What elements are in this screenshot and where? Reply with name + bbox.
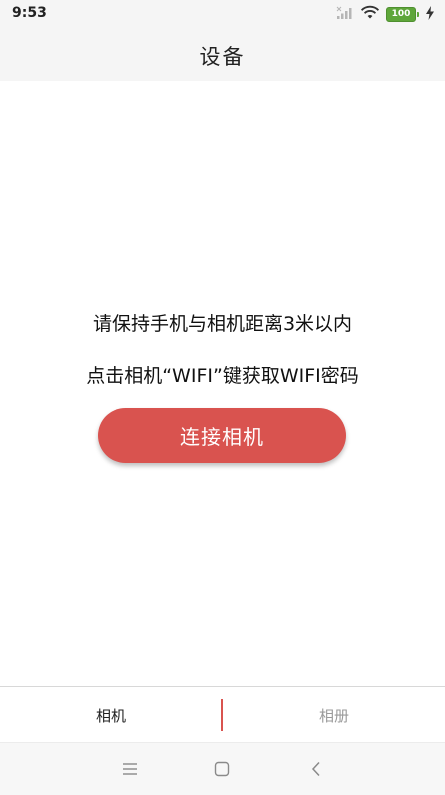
connect-camera-button-label: 连接相机 — [180, 425, 264, 449]
status-icons: 100 — [336, 4, 435, 24]
back-icon[interactable] — [304, 757, 328, 781]
status-bar: 9:53 100 — [0, 0, 445, 28]
tab-album-label: 相册 — [318, 706, 349, 725]
menu-icon[interactable] — [118, 757, 142, 781]
main-content: 请保持手机与相机距离3米以内 点击相机“WIFI”键获取WIFI密码 连接相机 — [0, 81, 445, 686]
battery-icon: 100 — [386, 6, 419, 22]
signal-icon — [336, 5, 354, 24]
header: 设备 — [0, 28, 445, 81]
system-nav-bar — [0, 742, 445, 795]
wifi-instruction: 点击相机“WIFI”键获取WIFI密码 — [86, 365, 359, 387]
device-screen: 9:53 100 设备 请保持手机与相机距离3米以内 点击相机“WIFI”键获取… — [0, 0, 445, 795]
charging-icon — [425, 5, 435, 24]
home-icon[interactable] — [210, 757, 234, 781]
status-time: 9:53 — [12, 5, 47, 21]
tab-camera[interactable]: 相机 — [0, 687, 222, 743]
tab-album[interactable]: 相册 — [223, 687, 445, 743]
tab-bar: 相机 相册 — [0, 686, 445, 743]
wifi-icon — [360, 5, 380, 24]
distance-instruction: 请保持手机与相机距离3米以内 — [92, 313, 353, 335]
tab-camera-label: 相机 — [95, 706, 126, 725]
page-title: 设备 — [199, 45, 246, 69]
connect-camera-button[interactable]: 连接相机 — [98, 408, 346, 463]
battery-level: 100 — [386, 6, 416, 22]
